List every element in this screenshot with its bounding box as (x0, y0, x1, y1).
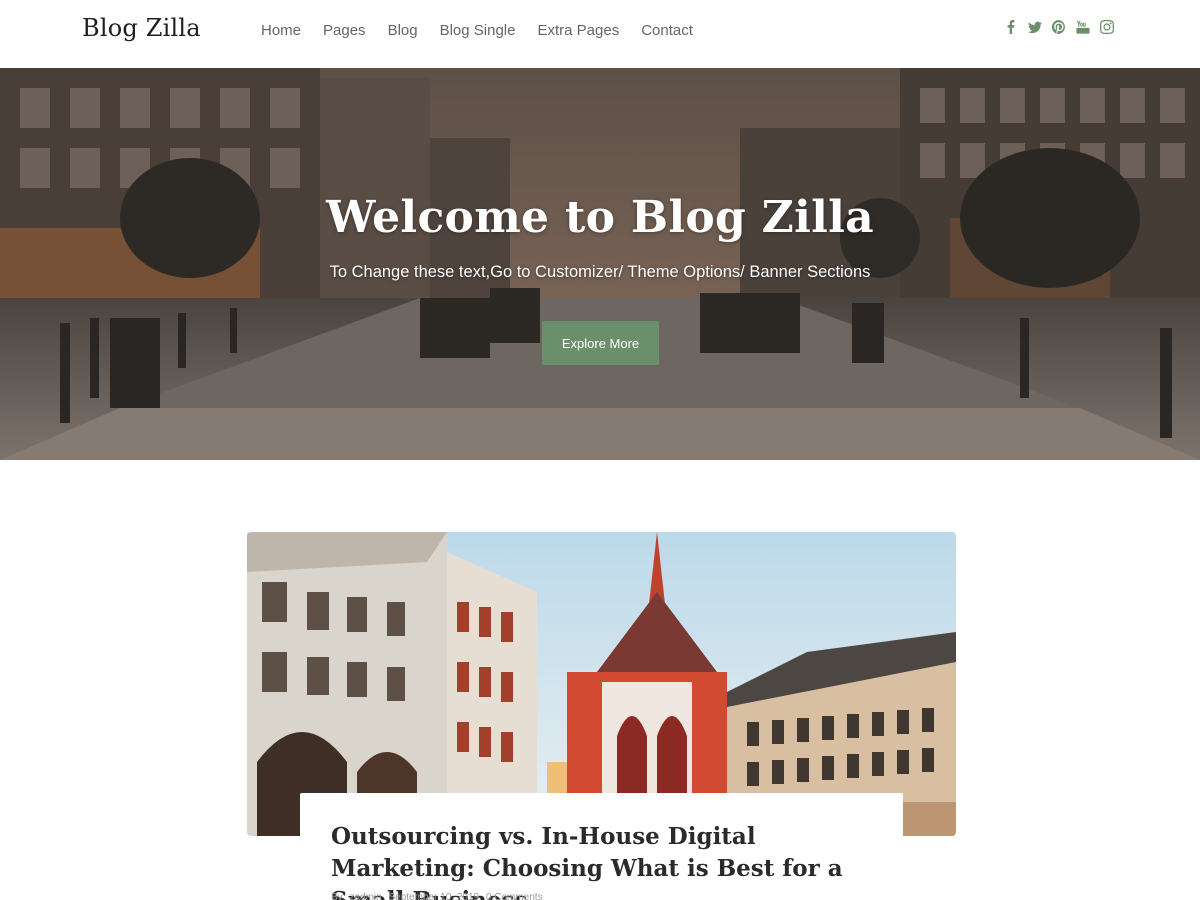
nav-item-blog[interactable]: Blog (377, 20, 429, 42)
explore-more-button[interactable]: Explore More (542, 321, 659, 365)
post-card: Outsourcing vs. In-House Digital Marketi… (300, 793, 903, 900)
nav-item-home[interactable]: Home (250, 20, 312, 42)
post-meta: By zadmin September 10, 2019 0 Comments (331, 892, 547, 900)
post-meta-by: By (331, 892, 343, 900)
nav-item-extra-pages[interactable]: Extra Pages (526, 20, 630, 42)
nav-item-contact[interactable]: Contact (630, 20, 704, 42)
facebook-icon[interactable] (1003, 18, 1018, 36)
youtube-icon[interactable] (1075, 18, 1090, 36)
instagram-icon[interactable] (1099, 18, 1114, 36)
hero-title: Welcome to Blog Zilla (326, 192, 874, 243)
nav-item-blog-single[interactable]: Blog Single (429, 20, 527, 42)
hero-subtitle: To Change these text,Go to Customizer/ T… (329, 263, 871, 281)
site-logo[interactable]: Blog Zilla (82, 14, 201, 42)
twitter-icon[interactable] (1027, 18, 1042, 36)
site-header: Blog Zilla Home Pages Blog Blog Single E… (0, 0, 1200, 68)
post-comments[interactable]: 0 Comments (486, 892, 543, 900)
nav-item-pages[interactable]: Pages (312, 20, 377, 42)
social-links (1003, 18, 1114, 36)
post-featured-image[interactable] (247, 532, 956, 836)
pinterest-icon[interactable] (1051, 18, 1066, 36)
post-date: September 10, 2019 (388, 892, 480, 900)
post-title[interactable]: Outsourcing vs. In-House Digital Marketi… (331, 821, 871, 900)
main-nav: Home Pages Blog Blog Single Extra Pages … (250, 20, 704, 42)
post-author[interactable]: zadmin (349, 892, 381, 900)
hero-banner: Welcome to Blog Zilla To Change these te… (0, 68, 1200, 460)
